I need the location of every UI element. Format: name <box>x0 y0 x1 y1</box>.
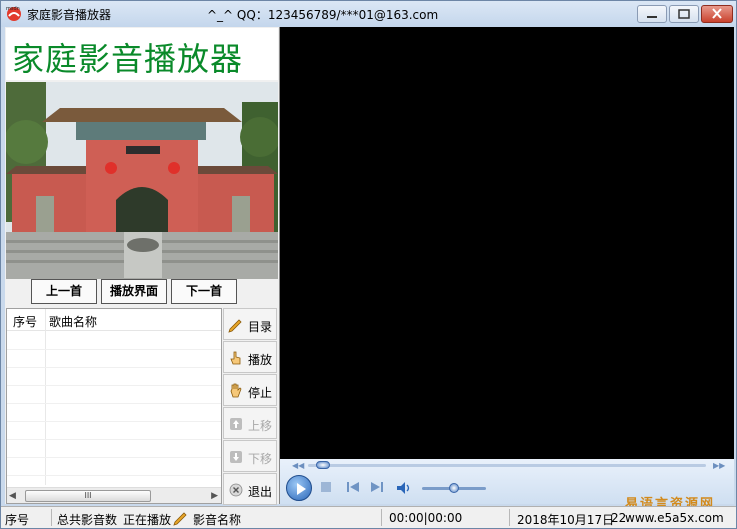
play-button[interactable]: 播放 <box>223 341 277 373</box>
banner-title: 家庭影音播放器 <box>12 40 244 78</box>
playlist-header: 序号 歌曲名称 <box>7 309 221 331</box>
play-button-round[interactable] <box>286 475 312 501</box>
move-up-label: 上移 <box>248 419 273 433</box>
previous-icon[interactable] <box>346 481 360 493</box>
banner: 家庭影音播放器 <box>6 28 278 80</box>
maximize-icon <box>678 9 690 19</box>
scroll-left-icon[interactable]: ◀ <box>9 491 16 501</box>
exit-button[interactable]: 退出 <box>223 473 277 505</box>
move-down-label: 下移 <box>248 452 273 466</box>
left-panel: 家庭影音播放器 上一首 播放界面 下一首 序号 歌曲名称 ◀ III ▶ 目录 … <box>5 27 279 505</box>
move-up-button[interactable]: 上移 <box>223 407 277 439</box>
player-view-button[interactable]: 播放界面 <box>101 279 167 304</box>
move-down-button[interactable]: 下移 <box>223 440 277 472</box>
directory-label: 目录 <box>248 320 273 334</box>
app-icon: msdn <box>6 6 21 21</box>
playlist-listview[interactable]: 序号 歌曲名称 ◀ III ▶ <box>6 308 222 504</box>
status-divider <box>381 509 382 526</box>
play-label: 播放 <box>248 353 273 367</box>
client-area: 家庭影音播放器 上一首 播放界面 下一首 序号 歌曲名称 ◀ III ▶ 目录 … <box>5 27 734 505</box>
minimize-icon <box>647 16 657 18</box>
row-gridline <box>7 385 221 386</box>
row-gridline <box>7 349 221 350</box>
status-total: 总共影音数 <box>57 513 118 527</box>
scroll-right-icon[interactable]: ▶ <box>211 491 218 501</box>
pencil-icon <box>173 512 187 526</box>
window-title: 家庭影音播放器 <box>27 8 112 22</box>
app-window: msdn 家庭影音播放器 ^_^ QQ：123456789/***01@163.… <box>0 0 737 529</box>
row-gridline <box>7 403 221 404</box>
move-up-icon <box>230 418 242 430</box>
column-separator <box>45 309 46 485</box>
move-down-icon <box>230 451 242 463</box>
seek-thumb[interactable] <box>315 461 330 469</box>
column-header-title[interactable]: 歌曲名称 <box>49 313 97 330</box>
temple-photo <box>6 82 278 279</box>
title-bar[interactable]: msdn 家庭影音播放器 ^_^ QQ：123456789/***01@163.… <box>1 1 736 27</box>
stop-button[interactable]: 停止 <box>223 374 277 406</box>
close-icon <box>712 8 722 19</box>
seek-bar[interactable] <box>308 464 706 467</box>
status-divider <box>51 509 52 526</box>
exit-label: 退出 <box>248 485 273 499</box>
row-gridline <box>7 367 221 368</box>
row-gridline <box>7 421 221 422</box>
horizontal-scrollbar[interactable]: ◀ III ▶ <box>7 487 221 503</box>
hand-stop-icon <box>230 383 242 398</box>
next-icon[interactable] <box>370 481 384 493</box>
volume-thumb[interactable] <box>449 483 459 493</box>
status-divider <box>509 509 510 526</box>
status-time: 00:00|00:00 <box>389 511 463 525</box>
row-gridline <box>7 457 221 458</box>
maximize-button[interactable] <box>669 5 699 23</box>
status-date: 2018年10月17日 <box>517 513 615 527</box>
status-bar: 序号 总共影音数 正在播放 影音名称 00:00|00:00 2018年10月1… <box>1 506 736 528</box>
side-buttons: 目录 播放 停止 上移 下移 退出 <box>223 308 277 505</box>
status-media-name: 影音名称 <box>193 513 242 527</box>
row-gridline <box>7 475 221 476</box>
status-seq: 序号 <box>5 513 30 527</box>
scroll-thumb[interactable]: III <box>25 490 151 502</box>
play-icon <box>297 483 306 495</box>
hand-pointer-icon <box>230 351 241 365</box>
seek-forward-icon[interactable]: ▶▶ <box>713 461 725 470</box>
directory-button[interactable]: 目录 <box>223 308 277 340</box>
prev-track-button[interactable]: 上一首 <box>31 279 97 304</box>
stop-icon[interactable] <box>320 481 332 493</box>
exit-icon <box>229 483 243 497</box>
stop-label: 停止 <box>248 386 273 400</box>
status-playing: 正在播放 <box>123 513 171 527</box>
close-button[interactable] <box>701 5 733 23</box>
minimize-button[interactable] <box>637 5 667 23</box>
app-icon-label: msdn <box>6 6 20 12</box>
row-gridline <box>7 439 221 440</box>
pencil-icon <box>228 319 242 333</box>
temple-photo-image <box>6 82 278 279</box>
seek-back-icon[interactable]: ◀◀ <box>292 461 304 470</box>
status-time-partial: 22 <box>611 511 627 525</box>
video-area[interactable] <box>279 27 734 459</box>
next-track-button[interactable]: 下一首 <box>171 279 237 304</box>
column-header-seq[interactable]: 序号 <box>13 313 37 330</box>
watermark-url: www.e5a5x.com <box>625 511 724 525</box>
volume-icon[interactable] <box>396 481 412 495</box>
qq-contact: ^_^ QQ：123456789/***01@163.com <box>207 8 439 22</box>
nav-buttons: 上一首 播放界面 下一首 <box>5 279 279 305</box>
